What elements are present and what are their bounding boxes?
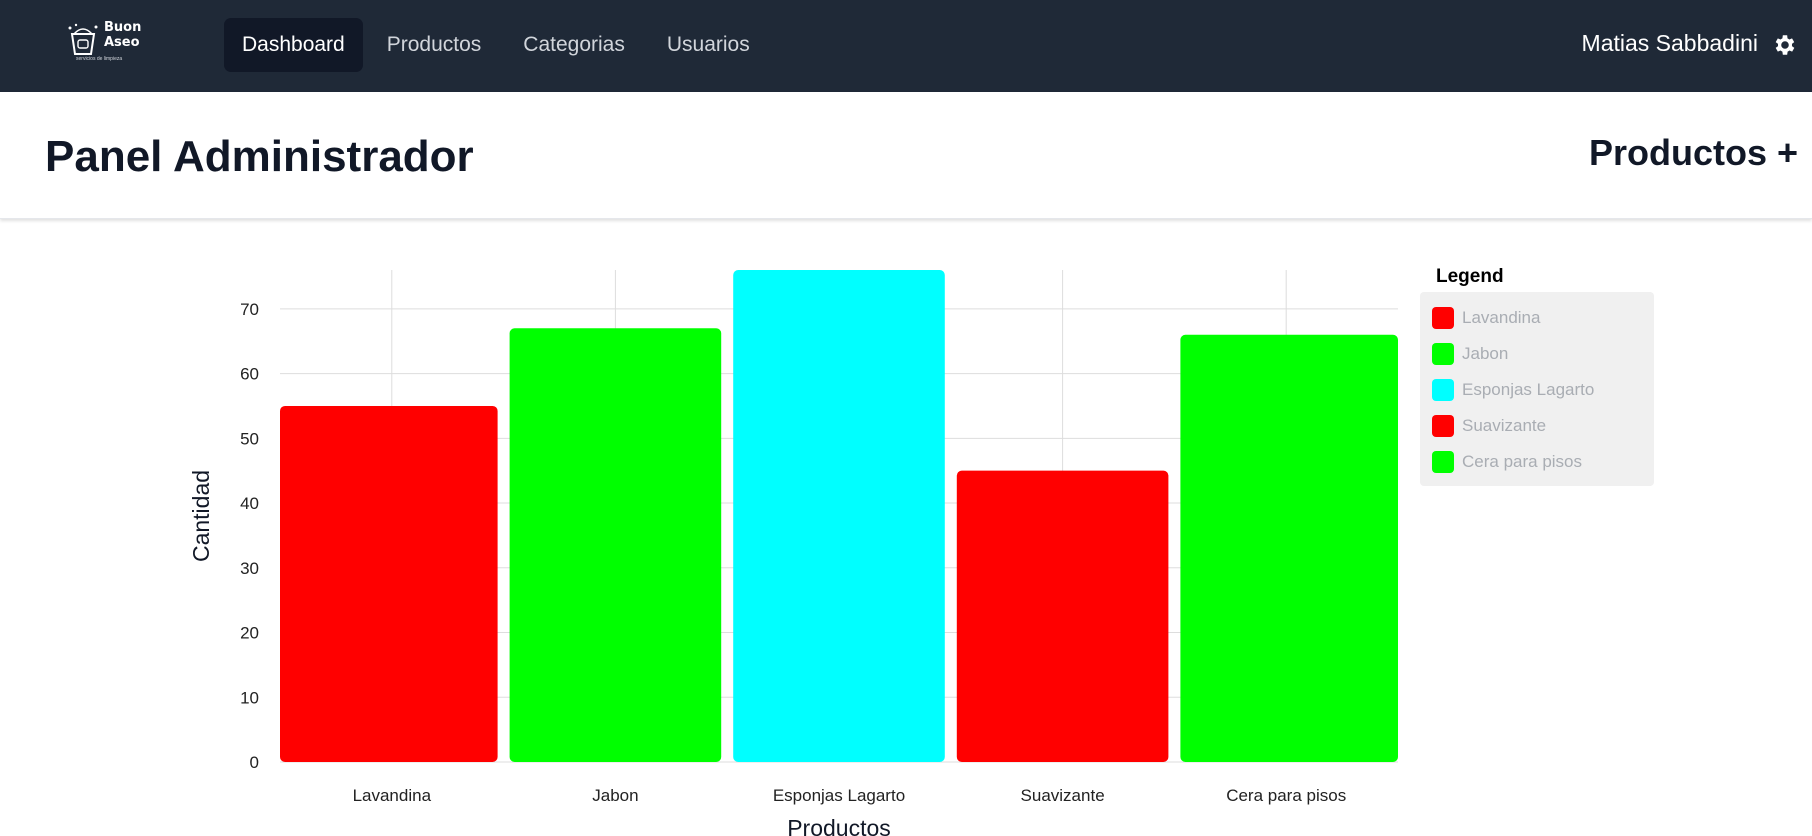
- legend-item-esponjas-lagarto[interactable]: Esponjas Lagarto: [1432, 372, 1654, 408]
- legend-item-lavandina[interactable]: Lavandina: [1432, 300, 1654, 336]
- bar-lavandina[interactable]: [280, 405, 498, 762]
- brand-name: Buon Aseo: [104, 20, 142, 50]
- nav-link-dashboard[interactable]: Dashboard: [224, 18, 363, 72]
- legend-label: Suavizante: [1462, 416, 1547, 435]
- legend-swatch: [1432, 343, 1454, 365]
- x-tick-label: Esponjas Lagarto: [773, 786, 905, 805]
- page-title: Panel Administrador: [45, 132, 474, 181]
- y-tick-label: 40: [240, 494, 259, 513]
- bar-esponjas-lagarto[interactable]: [733, 270, 945, 762]
- legend-label: Jabon: [1462, 344, 1509, 363]
- chart-bars: [280, 270, 1398, 762]
- y-tick-label: 60: [240, 365, 259, 384]
- y-tick-label: 70: [240, 300, 259, 319]
- nav-links: Dashboard Productos Categorias Usuarios: [224, 18, 774, 72]
- legend-title: Legend: [1436, 266, 1504, 287]
- y-tick-label: 30: [240, 559, 259, 578]
- legend-label: Cera para pisos: [1462, 452, 1583, 471]
- legend-label: Lavandina: [1462, 308, 1541, 327]
- y-tick-label: 50: [240, 429, 259, 448]
- legend-box: Lavandina Jabon Esponjas Lagarto Suaviza…: [1420, 292, 1654, 486]
- x-tick-label: Suavizante: [1021, 786, 1105, 805]
- y-tick-label: 20: [240, 624, 259, 643]
- bar-cera-para-pisos[interactable]: [1180, 334, 1398, 762]
- x-tick-label: Cera para pisos: [1226, 786, 1346, 805]
- nav-link-categorias[interactable]: Categorias: [505, 18, 643, 72]
- y-axis-ticks: 0 10 20 30 40 50 60 70: [240, 300, 259, 772]
- y-tick-label: 10: [240, 688, 259, 707]
- x-axis-label: Productos: [787, 815, 891, 836]
- cleaning-bucket-icon: [68, 23, 98, 55]
- legend-item-suavizante[interactable]: Suavizante: [1432, 408, 1654, 444]
- legend-item-jabon[interactable]: Jabon: [1432, 336, 1654, 372]
- page-header: Panel Administrador Productos +: [0, 92, 1812, 219]
- legend-swatch: [1432, 451, 1454, 473]
- bar-jabon[interactable]: [509, 328, 722, 762]
- nav-link-productos[interactable]: Productos: [369, 18, 500, 72]
- x-axis-ticks: Lavandina Jabon Esponjas Lagarto Suavizante…: [353, 786, 1347, 805]
- nav-link-usuarios[interactable]: Usuarios: [649, 18, 768, 72]
- y-axis-label: Cantidad: [188, 470, 214, 562]
- legend-swatch: [1432, 379, 1454, 401]
- chart-legend: Legend Lavandina Jabon Esponjas Lagarto …: [1420, 262, 1656, 486]
- gear-icon[interactable]: [1772, 32, 1798, 58]
- brand-tagline: servicios de limpieza: [76, 56, 123, 62]
- bar-suavizante[interactable]: [956, 470, 1169, 762]
- legend-item-cera-para-pisos[interactable]: Cera para pisos: [1432, 444, 1654, 480]
- legend-label: Esponjas Lagarto: [1462, 380, 1595, 399]
- legend-swatch: [1432, 307, 1454, 329]
- y-tick-label: 0: [250, 753, 259, 772]
- legend-swatch: [1432, 415, 1454, 437]
- x-tick-label: Jabon: [592, 786, 638, 805]
- navbar: Buon Aseo servicios de limpieza Dashboar…: [0, 0, 1812, 92]
- add-product-link[interactable]: Productos +: [1589, 132, 1798, 174]
- x-tick-label: Lavandina: [353, 786, 432, 805]
- brand-logo[interactable]: Buon Aseo servicios de limpieza: [66, 16, 150, 68]
- user-name[interactable]: Matias Sabbadini: [1582, 30, 1758, 57]
